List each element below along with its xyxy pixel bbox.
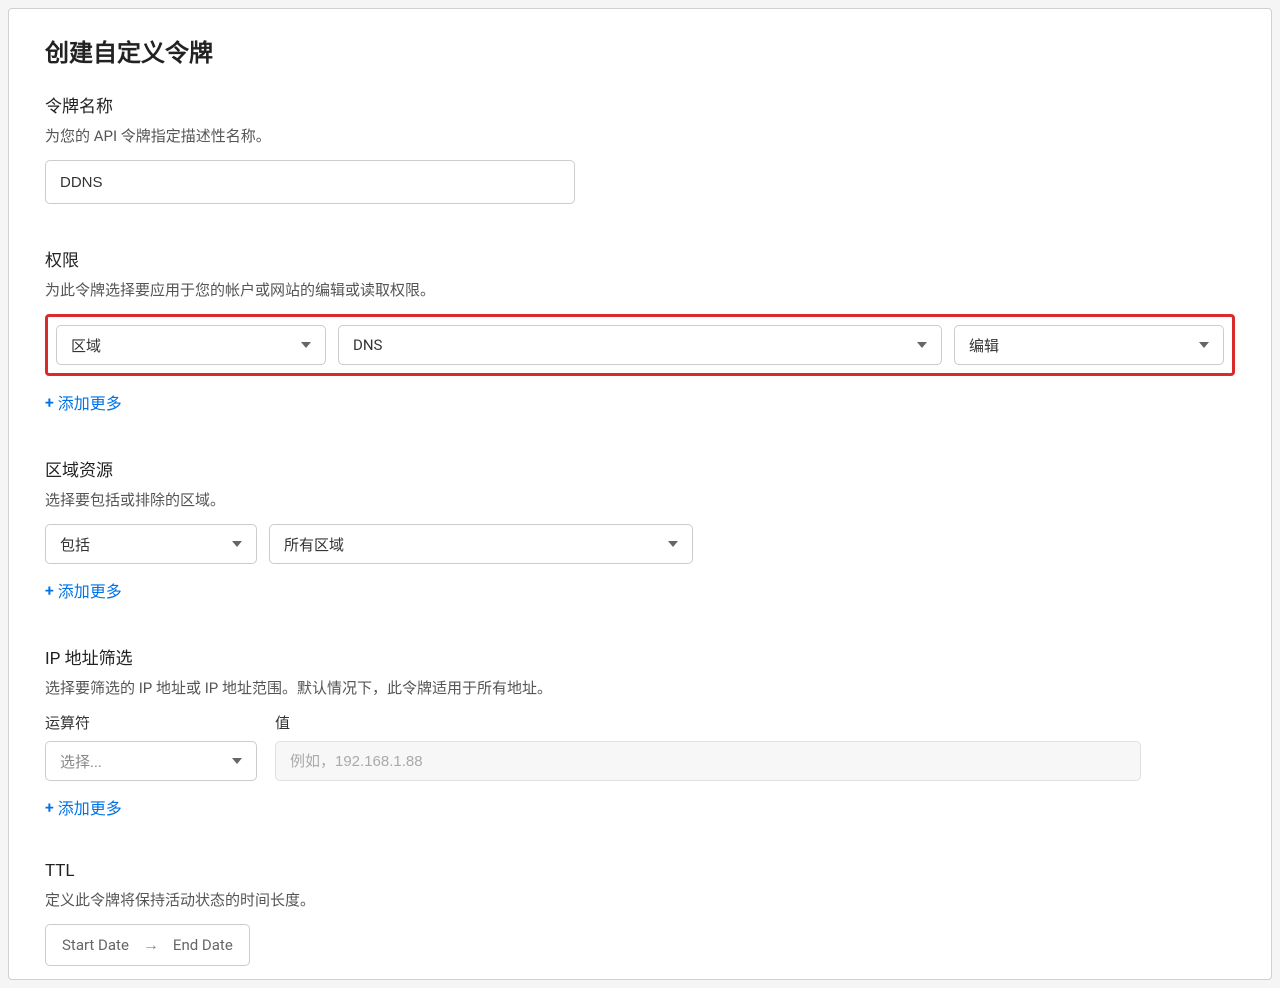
section-permissions: 权限 为此令牌选择要应用于您的帐户或网站的编辑或读取权限。 区域 DNS 编辑 …: [45, 246, 1235, 414]
ip-add-more-label: 添加更多: [58, 795, 122, 819]
zone-resources-title: 区域资源: [45, 456, 1235, 481]
chevron-down-icon: [232, 758, 242, 764]
permissions-title: 权限: [45, 246, 1235, 271]
permissions-add-more-label: 添加更多: [58, 390, 122, 414]
zone-include-select[interactable]: 包括: [45, 524, 257, 564]
permission-resource-value: DNS: [353, 336, 382, 354]
ttl-desc: 定义此令牌将保持活动状态的时间长度。: [45, 889, 1235, 910]
permissions-add-more-button[interactable]: + 添加更多: [45, 390, 122, 414]
form-container: 创建自定义令牌 令牌名称 为您的 API 令牌指定描述性名称。 权限 为此令牌选…: [8, 8, 1272, 980]
operator-value: 选择...: [60, 751, 102, 772]
operator-label: 运算符: [45, 712, 257, 733]
permissions-desc: 为此令牌选择要应用于您的帐户或网站的编辑或读取权限。: [45, 279, 1235, 300]
zone-add-more-button[interactable]: + 添加更多: [45, 578, 122, 602]
operator-select[interactable]: 选择...: [45, 741, 257, 781]
zone-select[interactable]: 所有区域: [269, 524, 693, 564]
arrow-right-icon: →: [143, 935, 159, 955]
section-ip-filter: IP 地址筛选 选择要筛选的 IP 地址或 IP 地址范围。默认情况下，此令牌适…: [45, 644, 1235, 819]
zone-value: 所有区域: [284, 534, 344, 555]
zone-include-value: 包括: [60, 534, 90, 555]
section-ttl: TTL 定义此令牌将保持活动状态的时间长度。 Start Date → End …: [45, 861, 1235, 966]
plus-icon: +: [45, 798, 54, 817]
zone-resources-row: 包括 所有区域: [45, 524, 1235, 564]
page-title: 创建自定义令牌: [45, 33, 1235, 68]
ip-add-more-button[interactable]: + 添加更多: [45, 795, 122, 819]
permission-scope-value: 区域: [71, 335, 101, 356]
date-range-picker[interactable]: Start Date → End Date: [45, 924, 250, 966]
ip-value-input[interactable]: [275, 741, 1141, 781]
ip-filter-row: 运算符 选择... 值: [45, 712, 1235, 781]
end-date-label: End Date: [173, 936, 233, 954]
token-name-input[interactable]: [45, 160, 575, 204]
zone-add-more-label: 添加更多: [58, 578, 122, 602]
permission-action-value: 编辑: [969, 335, 999, 356]
token-name-desc: 为您的 API 令牌指定描述性名称。: [45, 125, 1235, 146]
section-token-name: 令牌名称 为您的 API 令牌指定描述性名称。: [45, 92, 1235, 204]
value-label: 值: [275, 712, 1141, 733]
ttl-title: TTL: [45, 861, 1235, 881]
permission-action-select[interactable]: 编辑: [954, 325, 1224, 365]
chevron-down-icon: [232, 541, 242, 547]
zone-resources-desc: 选择要包括或排除的区域。: [45, 489, 1235, 510]
permission-scope-select[interactable]: 区域: [56, 325, 326, 365]
token-name-title: 令牌名称: [45, 92, 1235, 117]
ip-filter-title: IP 地址筛选: [45, 644, 1235, 669]
permissions-row-highlight: 区域 DNS 编辑: [45, 314, 1235, 376]
plus-icon: +: [45, 393, 54, 412]
start-date-label: Start Date: [62, 936, 129, 954]
plus-icon: +: [45, 581, 54, 600]
chevron-down-icon: [668, 541, 678, 547]
ip-filter-desc: 选择要筛选的 IP 地址或 IP 地址范围。默认情况下，此令牌适用于所有地址。: [45, 677, 1235, 698]
section-zone-resources: 区域资源 选择要包括或排除的区域。 包括 所有区域 + 添加更多: [45, 456, 1235, 602]
permission-resource-select[interactable]: DNS: [338, 325, 942, 365]
chevron-down-icon: [1199, 342, 1209, 348]
chevron-down-icon: [301, 342, 311, 348]
chevron-down-icon: [917, 342, 927, 348]
